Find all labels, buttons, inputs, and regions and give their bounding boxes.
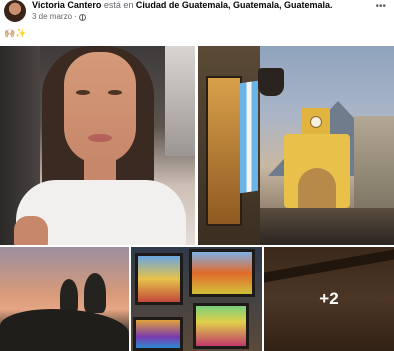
photo-detail-clock (310, 116, 322, 128)
photo-detail-painting (189, 249, 255, 297)
more-photos-count: +2 (319, 289, 339, 308)
post-header-line: Victoria Cantero está en Ciudad de Guate… (32, 0, 362, 11)
location-link[interactable]: Ciudad de Guatemala, Guatemala, Guatemal… (136, 0, 333, 10)
photo-paintings[interactable] (131, 247, 262, 351)
avatar[interactable] (4, 0, 26, 22)
photo-detail-street (258, 208, 394, 245)
photo-detail-lips (88, 134, 112, 142)
more-photos-overlay[interactable]: +2 (264, 247, 394, 351)
photo-detail-tree (60, 279, 78, 313)
author-name[interactable]: Victoria Cantero (32, 0, 101, 10)
photo-detail-face (64, 52, 136, 164)
photo-detail-window (165, 46, 195, 156)
photo-detail-painting (133, 317, 183, 351)
header-action-text: está en (103, 0, 134, 10)
post-card: Victoria Cantero está en Ciudad de Guate… (0, 0, 394, 351)
more-options-button[interactable]: ••• (375, 2, 386, 12)
photo-detail-archway (298, 168, 336, 208)
photo-detail-treeline (0, 309, 129, 351)
photo-detail-eye (108, 90, 122, 95)
photo-detail-arm (14, 216, 48, 245)
photo-detail-painting (135, 253, 183, 305)
photo-sunset[interactable] (0, 247, 129, 351)
photo-detail-flag (240, 80, 258, 194)
post-caption: 🙌🏼✨ (4, 28, 27, 38)
post-date[interactable]: 3 de marzo (32, 12, 72, 22)
photo-selfie[interactable] (0, 46, 195, 245)
photo-detail-tree (84, 273, 106, 313)
photo-detail-street-lamp (258, 68, 284, 96)
photo-arch-street[interactable] (198, 46, 394, 245)
post-meta: 3 de marzo · (32, 12, 86, 22)
photo-detail-painting (193, 303, 249, 349)
photo-detail-eye (76, 90, 90, 95)
globe-icon (78, 13, 86, 21)
photo-detail-lit-window (206, 76, 242, 226)
meta-separator: · (74, 12, 77, 21)
photo-detail-arch (284, 134, 350, 208)
photo-interior[interactable]: +2 (264, 247, 394, 351)
